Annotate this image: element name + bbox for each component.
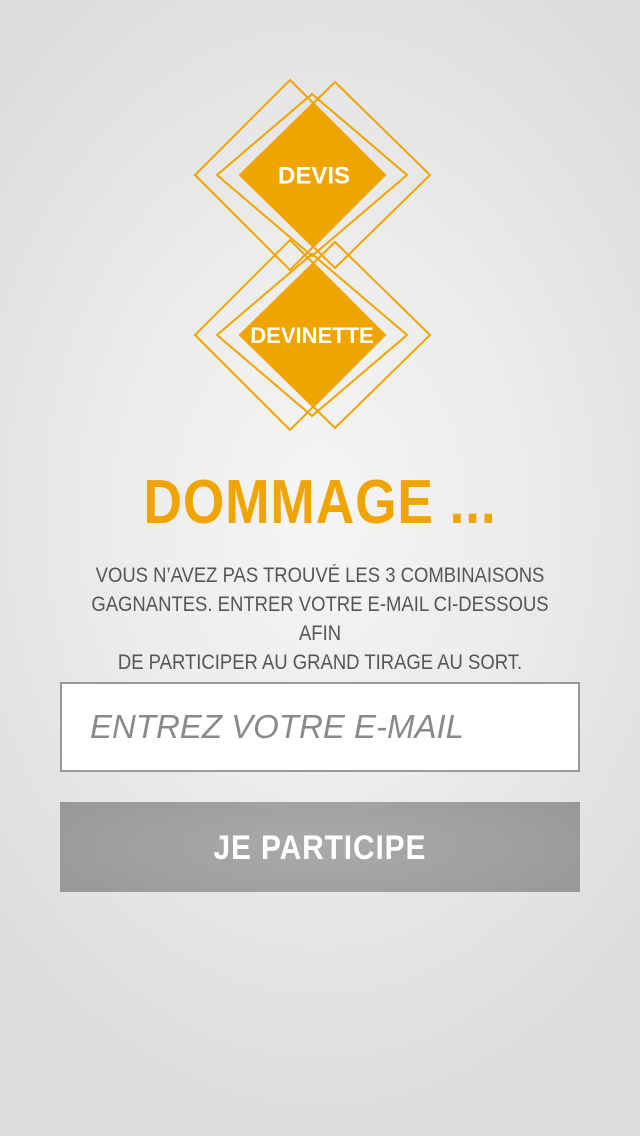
message-line: DE PARTICIPER AU GRAND TIRAGE AU SORT. (117, 651, 523, 674)
participate-button[interactable]: JE PARTICIPE (60, 802, 580, 892)
result-message: VOUS N’AVEZ PAS TROUVÉ LES 3 COMBINAISON… (74, 561, 567, 677)
participate-button-label: JE PARTICIPE (213, 829, 427, 867)
result-title: DOMMAGE ... (143, 468, 497, 537)
email-input[interactable] (62, 684, 578, 770)
logo-top-label: DEVIS (278, 162, 350, 189)
devis-devinette-logo: DEVIS DEVINETTE (0, 0, 640, 440)
message-line: GAGNANTES. ENTRER VOTRE E-MAIL CI-DESSOU… (91, 593, 549, 645)
logo-graphic: DEVIS DEVINETTE (193, 78, 432, 432)
email-field-box (60, 682, 580, 772)
logo-bottom-label: DEVINETTE (250, 323, 373, 348)
message-line: VOUS N’AVEZ PAS TROUVÉ LES 3 COMBINAISON… (95, 564, 545, 587)
